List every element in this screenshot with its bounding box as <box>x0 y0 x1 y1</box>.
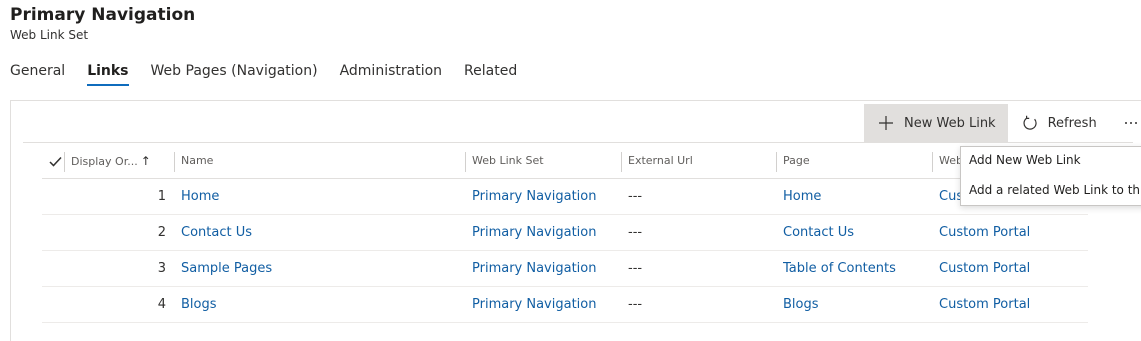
column-header-web-link-set[interactable]: Web Link Set <box>465 152 617 172</box>
column-header-name[interactable]: Name <box>174 152 464 172</box>
cell-web-link-set-link[interactable]: Primary Navigation <box>472 251 596 287</box>
cell-website-link[interactable]: Custom Portal <box>939 251 1030 287</box>
cell-page-link[interactable]: Contact Us <box>783 215 854 251</box>
page-title: Primary Navigation <box>10 5 196 25</box>
cell-display-order: 3 <box>157 261 166 276</box>
cell-display-order: 1 <box>157 189 166 204</box>
cell-page-link[interactable]: Home <box>783 179 821 215</box>
command-bar: New Web Link Refresh <box>864 104 1141 142</box>
cell-external-url: --- <box>628 225 643 240</box>
cell-name-link[interactable]: Sample Pages <box>181 251 272 287</box>
new-web-link-dropdown-menu: Add New Web Link Add a related Web Link … <box>960 146 1141 206</box>
sort-ascending-icon: ↑ <box>140 154 151 168</box>
tab-administration[interactable]: Administration <box>340 62 442 86</box>
table-row[interactable]: 2 Contact Us Primary Navigation --- Cont… <box>42 215 1088 251</box>
column-header-page[interactable]: Page <box>776 152 926 172</box>
record-form: Primary Navigation Web Link Set General … <box>0 0 1141 341</box>
refresh-icon <box>1020 113 1040 133</box>
more-icon <box>1121 113 1141 133</box>
cell-page-link[interactable]: Table of Contents <box>783 251 896 287</box>
cell-external-url: --- <box>628 261 643 276</box>
new-web-link-button[interactable]: New Web Link <box>864 104 1008 142</box>
cell-website-link[interactable]: Custom Portal <box>939 215 1030 251</box>
cell-name-link[interactable]: Blogs <box>181 287 217 323</box>
tab-links[interactable]: Links <box>87 62 129 86</box>
cell-web-link-set-link[interactable]: Primary Navigation <box>472 287 596 323</box>
column-header-display-order[interactable]: Display Or... ↑ <box>64 152 172 172</box>
tab-web-pages-navigation[interactable]: Web Pages (Navigation) <box>151 62 318 86</box>
checkmark-icon <box>48 156 62 167</box>
table-row[interactable]: 3 Sample Pages Primary Navigation --- Ta… <box>42 251 1088 287</box>
plus-icon <box>876 113 896 133</box>
table-row[interactable]: 4 Blogs Primary Navigation --- Blogs Cus… <box>42 287 1088 323</box>
cell-external-url: --- <box>628 297 643 312</box>
cell-external-url: --- <box>628 189 643 204</box>
refresh-label: Refresh <box>1047 115 1097 131</box>
column-header-display-order-label: Display Or... <box>71 155 138 168</box>
more-commands-button[interactable] <box>1109 104 1141 142</box>
cell-website-link[interactable]: Custom Portal <box>939 287 1030 323</box>
cell-web-link-set-link[interactable]: Primary Navigation <box>472 179 596 215</box>
cell-display-order: 2 <box>157 225 166 240</box>
cell-web-link-set-link[interactable]: Primary Navigation <box>472 215 596 251</box>
toolbar-divider <box>23 142 1133 143</box>
cell-page-link[interactable]: Blogs <box>783 287 819 323</box>
tab-general[interactable]: General <box>10 62 65 86</box>
cell-name-link[interactable]: Home <box>181 179 219 215</box>
tab-related[interactable]: Related <box>464 62 517 86</box>
grid-header: Display Or... ↑ Name Web Link Set Externa… <box>42 145 1088 179</box>
select-all-checkbox[interactable] <box>47 153 63 169</box>
menu-item-add-new-web-link[interactable]: Add New Web Link <box>961 147 1141 177</box>
menu-item-add-related-web-link[interactable]: Add a related Web Link to this re <box>961 177 1141 205</box>
entity-subtitle: Web Link Set <box>10 28 89 42</box>
table-row[interactable]: 1 Home Primary Navigation --- Home Cust <box>42 179 1088 215</box>
refresh-button[interactable]: Refresh <box>1008 104 1109 142</box>
new-web-link-label: New Web Link <box>904 115 996 131</box>
tab-list: General Links Web Pages (Navigation) Adm… <box>10 62 539 86</box>
cell-name-link[interactable]: Contact Us <box>181 215 252 251</box>
cell-display-order: 4 <box>157 297 166 312</box>
column-header-external-url[interactable]: External Url <box>621 152 773 172</box>
